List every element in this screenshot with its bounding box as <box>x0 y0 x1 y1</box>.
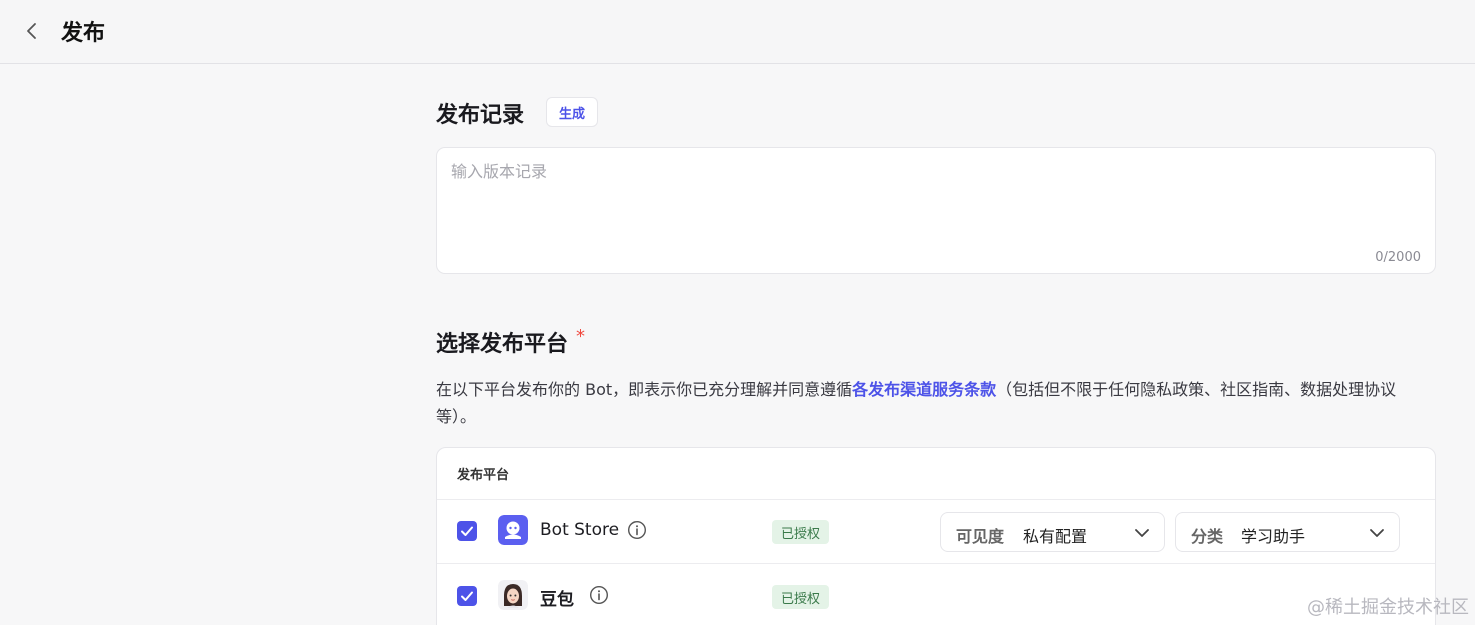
required-mark: * <box>576 326 585 347</box>
doubao-checkbox[interactable] <box>457 586 477 606</box>
table-header: 发布平台 <box>437 448 1435 500</box>
char-counter: 0/2000 <box>1375 250 1421 265</box>
visibility-label: 可见度 <box>956 527 1005 546</box>
table-header-label: 发布平台 <box>457 468 510 483</box>
terms-link[interactable]: 各发布渠道服务条款 <box>852 380 996 399</box>
platform-table: 发布平台 Bot Store 已授权 可见度 私有配置 分类 学习助手 豆包 已… <box>436 447 1436 625</box>
version-record-field: 0/2000 <box>436 147 1436 274</box>
info-icon[interactable] <box>589 585 609 605</box>
generate-button[interactable]: 生成 <box>546 97 598 127</box>
record-section-title: 发布记录 <box>436 103 525 128</box>
category-value: 学习助手 <box>1241 527 1306 546</box>
visibility-select[interactable]: 可见度 私有配置 <box>940 512 1165 552</box>
category-select[interactable]: 分类 学习助手 <box>1175 512 1400 552</box>
bot-store-logo-icon <box>498 515 528 545</box>
platform-section-title: 选择发布平台 <box>436 332 569 357</box>
watermark: @稀土掘金技术社区 <box>1307 597 1469 618</box>
status-badge: 已授权 <box>772 520 830 544</box>
platform-description: 在以下平台发布你的 Bot，即表示你已充分理解并同意遵循各发布渠道服务条款（包括… <box>436 376 1436 430</box>
status-badge: 已授权 <box>772 585 830 609</box>
visibility-value: 私有配置 <box>1023 527 1088 546</box>
category-label: 分类 <box>1191 527 1224 546</box>
chevron-left-icon[interactable] <box>22 20 42 42</box>
table-row-doubao: 豆包 已授权 <box>437 565 1435 625</box>
desc-text-before: 在以下平台发布你的 Bot，即表示你已充分理解并同意遵循 <box>436 380 853 399</box>
platform-name: 豆包 <box>540 590 574 610</box>
version-record-input[interactable] <box>451 158 1421 244</box>
page-title: 发布 <box>61 21 106 46</box>
bot-store-checkbox[interactable] <box>457 521 477 541</box>
check-icon <box>461 526 473 536</box>
doubao-avatar-icon <box>498 580 528 610</box>
table-row-bot-store: Bot Store 已授权 可见度 私有配置 分类 学习助手 <box>437 500 1435 564</box>
chevron-down-icon <box>1370 529 1384 537</box>
info-icon[interactable] <box>627 520 647 540</box>
top-bar: 发布 <box>0 0 1475 64</box>
chevron-down-icon <box>1135 529 1149 537</box>
check-icon <box>461 591 473 601</box>
platform-name: Bot Store <box>540 520 620 540</box>
